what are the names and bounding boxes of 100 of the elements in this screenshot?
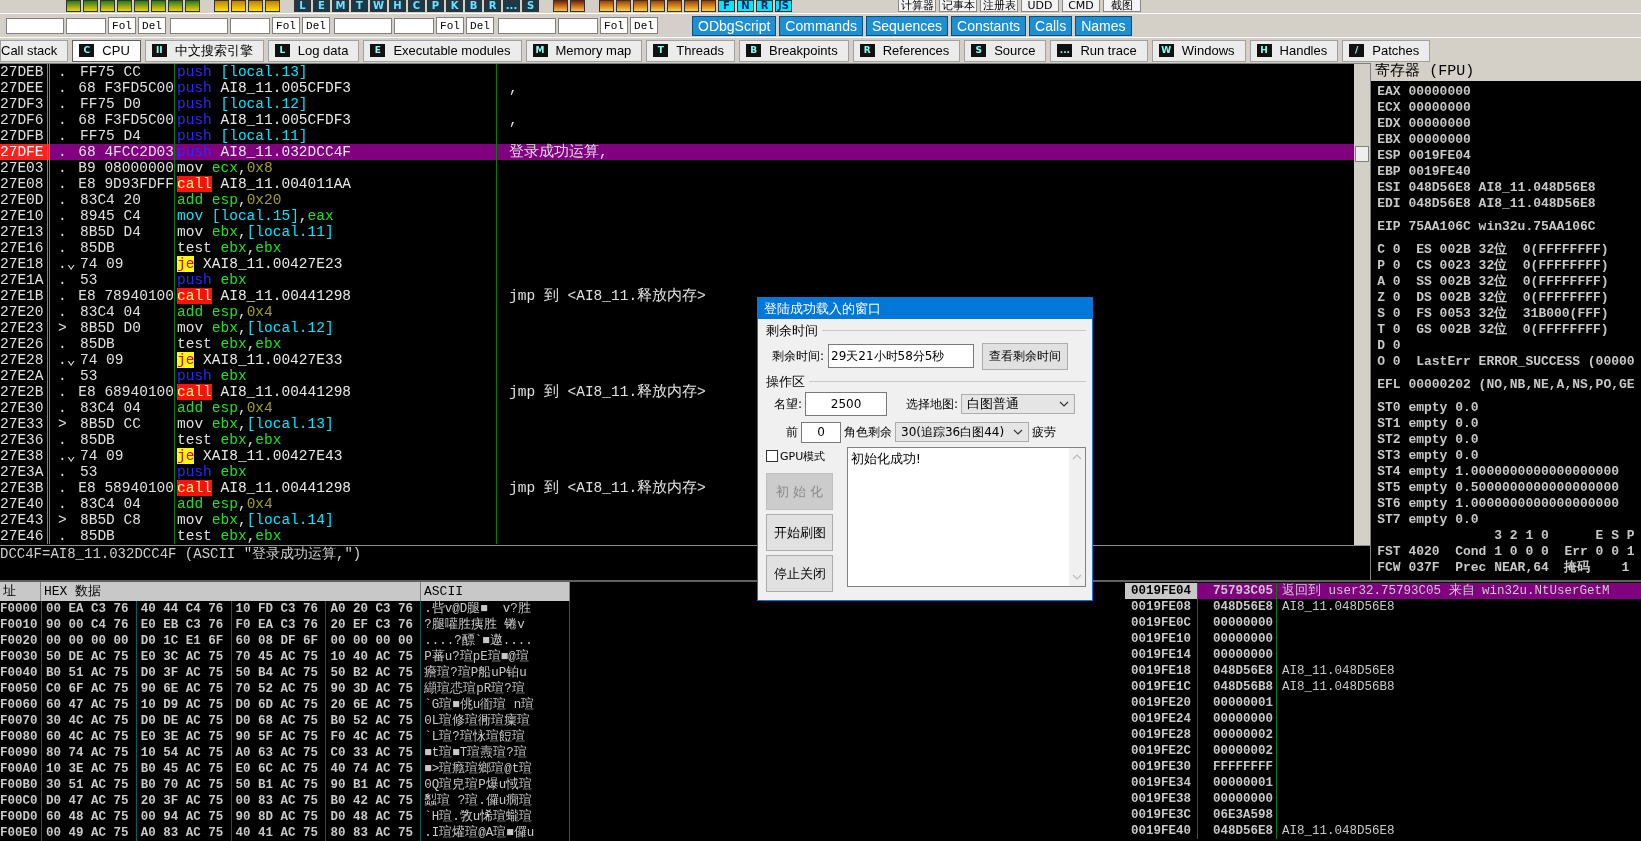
tab[interactable]: Call stack [0, 39, 69, 62]
toolbar-button[interactable]: M [332, 0, 349, 12]
stack-row[interactable]: 0019FE30 FFFFFFFF [1125, 759, 1641, 775]
toolbar-icon[interactable] [633, 0, 648, 12]
stack-row[interactable]: 0019FE40 048D56E8 AI8_11.048D56E8 [1125, 823, 1641, 839]
column-header[interactable]: HEX 数据 [41, 582, 421, 601]
toolbar-icon[interactable] [265, 0, 280, 12]
toolbar-button[interactable]: L [294, 0, 311, 12]
tab[interactable]: R References [852, 39, 961, 62]
stack-row[interactable]: 0019FE20 00000001 [1125, 695, 1641, 711]
toolbar-icon[interactable] [168, 0, 183, 12]
toolbar-button[interactable]: B [465, 0, 482, 12]
stack-row[interactable]: 0019FE08 048D56E8 AI8_11.048D56E8 [1125, 599, 1641, 615]
count-field[interactable]: 0 [801, 421, 841, 443]
toolbar-icon[interactable] [650, 0, 665, 12]
tool-button[interactable]: 截图 [1103, 0, 1141, 12]
toolbar-icon[interactable] [599, 0, 614, 12]
toolbar-icon[interactable] [66, 0, 81, 12]
toolbar-icon[interactable] [684, 0, 699, 12]
action-button[interactable]: 停止关闭 [766, 555, 833, 592]
stack-row[interactable]: 0019FE3C 06E3A598 [1125, 807, 1641, 823]
tab[interactable]: H Handles [1249, 39, 1339, 62]
scrollbar-thumb[interactable] [1355, 146, 1370, 162]
toolbar-icon[interactable] [248, 0, 263, 12]
toolbar-button[interactable]: P [427, 0, 444, 12]
search-field[interactable] [394, 17, 434, 34]
search-button[interactable]: Fol [436, 17, 464, 35]
map-dropdown[interactable]: 白图普通 [961, 394, 1076, 414]
code-row[interactable]: 27E0D . 83C4 20 add esp,0x20 [0, 192, 1355, 208]
toolbar-icon[interactable] [616, 0, 631, 12]
search-field[interactable] [170, 17, 228, 34]
search-field[interactable] [66, 17, 106, 34]
check-time-button[interactable]: 查看剩余时间 [982, 342, 1069, 370]
search-field[interactable] [558, 17, 598, 34]
toolbar-icon[interactable] [701, 0, 716, 12]
search-button[interactable]: Del [138, 17, 166, 35]
tab[interactable]: ... Run trace [1050, 39, 1148, 62]
scrollbar[interactable] [1069, 448, 1085, 586]
tool-button[interactable]: CMD [1062, 0, 1100, 12]
toolbar-icon[interactable] [117, 0, 132, 12]
search-field[interactable] [6, 17, 64, 34]
toolbar-icon[interactable] [570, 0, 585, 12]
checkbox[interactable] [766, 450, 778, 462]
toolbar-button[interactable]: E [313, 0, 330, 12]
tab[interactable]: T Threads [646, 39, 736, 62]
plugin-button[interactable]: ODbgScript [692, 15, 777, 36]
column-header[interactable]: ASCII [421, 582, 570, 601]
fame-field[interactable]: 2500 [805, 392, 888, 416]
toolbar-button[interactable]: C [408, 0, 425, 12]
toolbar-button[interactable]: T [351, 0, 368, 12]
search-button[interactable]: Fol [600, 17, 628, 35]
stack-row[interactable]: 0019FE0C 00000000 [1125, 615, 1641, 631]
toolbar-icon[interactable] [185, 0, 200, 12]
toolbar-button[interactable]: JS [775, 0, 792, 12]
search-field[interactable] [498, 17, 556, 34]
stack-row[interactable]: 0019FE1C 048D56B8 AI8_11.048D56B8 [1125, 679, 1641, 695]
stack-row[interactable]: 0019FE10 00000000 [1125, 631, 1641, 647]
stack-row[interactable]: 0019FE14 00000000 [1125, 647, 1641, 663]
code-row[interactable]: 27E10 . 8945 C4 mov [local.15],eax [0, 208, 1355, 224]
toolbar-icon[interactable] [100, 0, 115, 12]
tab[interactable]: E Executable modules [363, 39, 522, 62]
tab[interactable]: W Windows [1151, 39, 1246, 62]
character-dropdown[interactable]: 30(追踪36白图44) [895, 422, 1029, 442]
code-row[interactable]: 27E13 . 8B5D D4 mov ebx,[local.11] [0, 224, 1355, 240]
search-button[interactable]: Del [466, 17, 494, 35]
search-button[interactable]: Fol [108, 17, 136, 35]
toolbar-icon[interactable] [231, 0, 246, 12]
code-row[interactable]: 27E08 . E8 9D93FDFF call AI8_11.004011AA [0, 176, 1355, 192]
stack-row[interactable]: 0019FE18 048D56E8 AI8_11.048D56E8 [1125, 663, 1641, 679]
search-field[interactable] [334, 17, 392, 34]
toolbar-icon[interactable] [553, 0, 568, 12]
search-field[interactable] [230, 17, 270, 34]
toolbar-button[interactable]: K [446, 0, 463, 12]
toolbar-icon[interactable] [214, 0, 229, 12]
toolbar-button[interactable]: S [522, 0, 539, 12]
stack-row[interactable]: 0019FE34 00000001 [1125, 775, 1641, 791]
code-row[interactable]: 27DFE . 68 4FCC2D03 push AI8_11.032DCC4F 登录成功运算, [0, 144, 1355, 160]
plugin-button[interactable]: Constants [951, 15, 1027, 36]
column-header[interactable]: 址 [0, 582, 41, 601]
plugin-button[interactable]: Calls [1029, 15, 1073, 36]
stack-row[interactable]: 0019FE24 00000000 [1125, 711, 1641, 727]
search-button[interactable]: Del [630, 17, 658, 35]
tab[interactable]: L Log data [267, 39, 360, 62]
code-row[interactable]: 27DEE . 68 F3FD5C00 push AI8_11.005CFDF3 , [0, 80, 1355, 96]
tab[interactable]: M Memory map [525, 39, 643, 62]
action-button[interactable]: 开始刷图 [766, 514, 833, 551]
output-box[interactable]: 初始化成功! [846, 447, 1086, 587]
tool-button[interactable]: UDD [1021, 0, 1059, 12]
stack-row[interactable]: 0019FE38 00000000 [1125, 791, 1641, 807]
tab[interactable]: II 中文搜索引擎 [144, 39, 264, 62]
code-row[interactable]: 27DF6 . 68 F3FD5C00 push AI8_11.005CFDF3 , [0, 112, 1355, 128]
stack-row[interactable]: 0019FE28 00000002 [1125, 727, 1641, 743]
code-row[interactable]: 27E18 .⌄ 74 09 je XAI8_11.00427E23 [0, 256, 1355, 272]
toolbar-button[interactable]: N [737, 0, 754, 12]
tool-button[interactable]: 计算器 [898, 0, 936, 12]
scrollbar[interactable] [1354, 64, 1371, 545]
toolbar-icon[interactable] [151, 0, 166, 12]
toolbar-button[interactable]: F [718, 0, 735, 12]
code-row[interactable]: 27DF3 . FF75 D0 push [local.12] [0, 96, 1355, 112]
code-row[interactable]: 27DEB . FF75 CC push [local.13] [0, 64, 1355, 80]
